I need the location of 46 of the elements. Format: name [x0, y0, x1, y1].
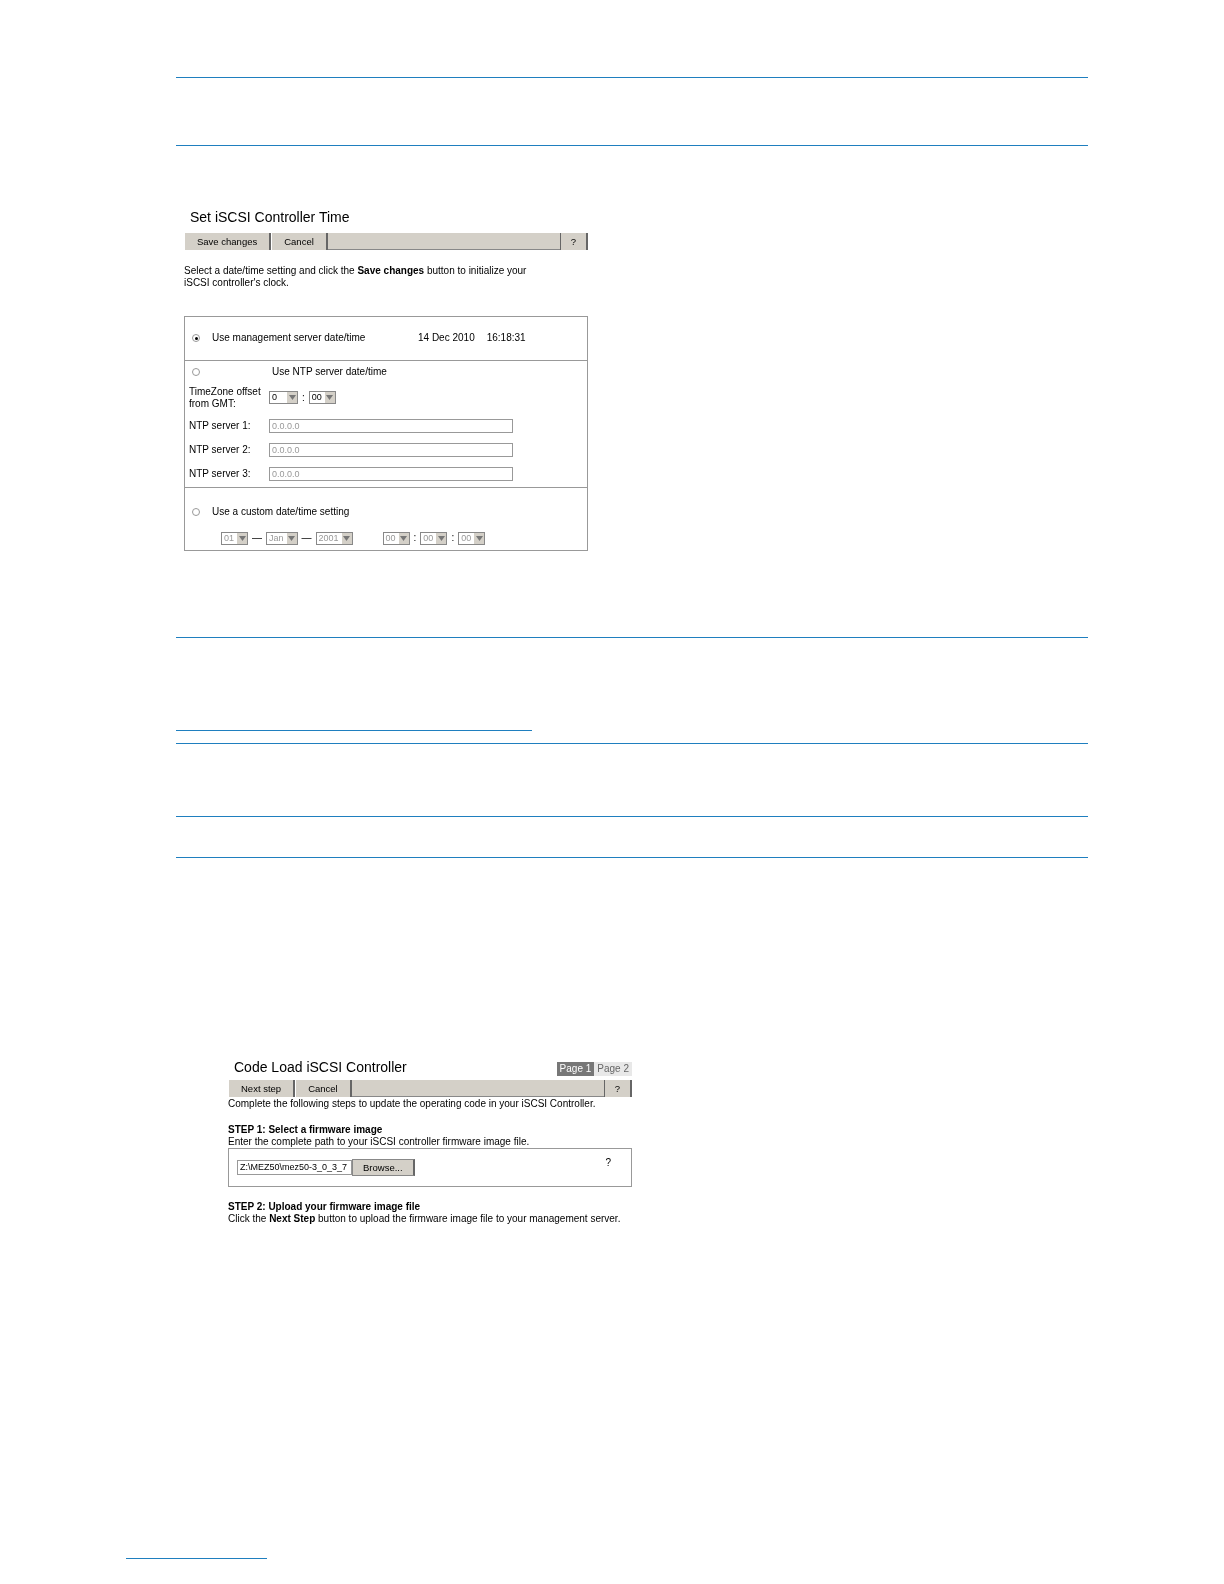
date-text: 14 Dec 2010 — [418, 331, 475, 344]
dropdown-arrow-icon — [238, 535, 246, 541]
toolbar-button[interactable]: Cancel — [295, 1079, 352, 1097]
dropdown[interactable]: 0 — [269, 391, 298, 405]
dropdown-arrow-icon — [475, 535, 483, 541]
dialog-title: Set iSCSI Controller Time — [189, 209, 351, 226]
separator-text: : — [451, 532, 455, 545]
dropdown-arrow-icon — [288, 535, 296, 541]
step-heading: STEP 2: Upload your firmware image file — [228, 1200, 422, 1213]
dropdown-arrow-icon — [400, 535, 408, 541]
separator-text: — — [252, 532, 262, 545]
separator-text: : — [413, 532, 417, 545]
option-label: Use management server date/time — [212, 331, 367, 344]
intro-text: Complete the following steps to update the operating code in your iSCSI Controller. — [228, 1097, 597, 1110]
radio-button[interactable] — [192, 333, 200, 342]
page-tab[interactable]: Page 1 — [556, 1061, 595, 1076]
separator-text: — — [301, 532, 312, 545]
toolbar-button[interactable]: Cancel — [271, 232, 328, 250]
option-label: Use NTP server date/time — [272, 365, 387, 378]
step-heading: STEP 1: Select a firmware image — [228, 1123, 384, 1136]
server-label: NTP server 1: — [189, 419, 252, 432]
instructions-text: Select a date/time setting and click the Save changes button to initialize your iSCSI controller's clock. — [184, 264, 528, 289]
dropdown-arrow-icon — [326, 395, 334, 401]
step-description: Enter the complete path to your iSCSI controller firmware image file. — [228, 1135, 531, 1148]
option-label: Use a custom date/time setting — [212, 505, 350, 518]
step-description: Click the Next Step button to upload the firmware image file to your management server. — [228, 1212, 622, 1225]
time-text: 16:18:31 — [486, 331, 526, 344]
file-path-field[interactable]: Z:\MEZ50\mez50-3_0_3_7 — [237, 1159, 352, 1175]
help-button[interactable]: ? — [604, 1079, 632, 1097]
dropdown-arrow-icon — [343, 535, 351, 541]
dropdown-arrow-icon — [288, 395, 296, 401]
separator-text: : — [302, 391, 305, 404]
page-tab[interactable]: Page 2 — [594, 1061, 632, 1076]
toolbar-button[interactable]: Next step — [228, 1079, 296, 1097]
toolbar-button[interactable]: Save changes — [184, 232, 272, 250]
help-text: ? — [605, 1157, 611, 1170]
timezone-label: TimeZone offset from GMT: — [189, 385, 262, 410]
radio-button[interactable] — [192, 367, 200, 376]
radio-button[interactable] — [192, 507, 200, 516]
dialog-title: Code Load iSCSI Controller — [233, 1058, 407, 1076]
server-label: NTP server 3: — [189, 467, 252, 480]
dropdown[interactable]: 00 — [308, 391, 336, 405]
dropdown-arrow-icon — [437, 535, 445, 541]
help-button[interactable]: ? — [560, 232, 588, 250]
server-label: NTP server 2: — [189, 443, 252, 456]
browse-button[interactable]: Browse... — [352, 1158, 415, 1176]
